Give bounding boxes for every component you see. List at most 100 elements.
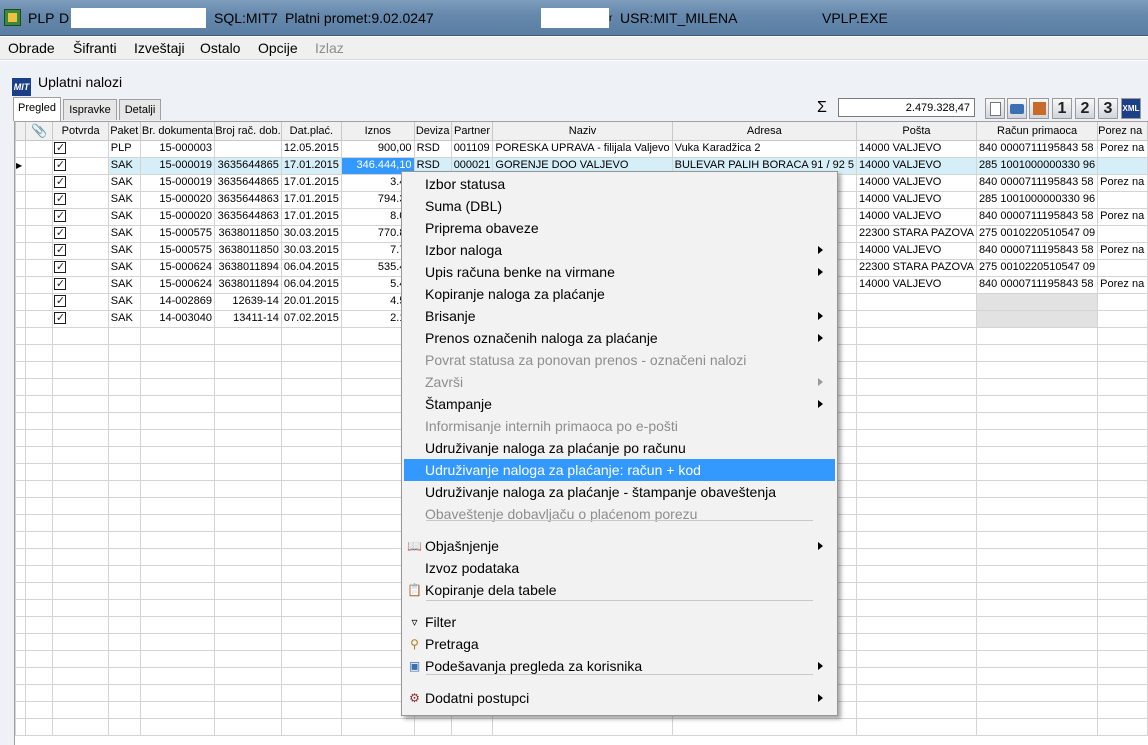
cell-porez[interactable] [1097, 190, 1148, 209]
cell-broj_rac[interactable]: 3635644863 [214, 190, 282, 209]
cell-porez[interactable]: Porez na [1097, 275, 1148, 294]
cell-porez[interactable]: Porez na [1097, 241, 1148, 260]
menu-item-brisanje[interactable]: Brisanje [404, 305, 835, 327]
print-icon[interactable] [1007, 98, 1027, 119]
cell-racun[interactable]: 275 0010220510547 09 [975, 224, 1099, 243]
menu-item-pretraga[interactable]: ⚲ Pretraga [404, 633, 835, 655]
menu-item-priprema-obaveze[interactable]: Priprema obaveze [404, 217, 835, 239]
menu-sifranti[interactable]: Šifranti [73, 40, 117, 56]
header-deviza[interactable]: Deviza [413, 122, 452, 141]
button-1[interactable]: 1 [1052, 98, 1072, 119]
cell-dat[interactable]: 17.01.2015 [280, 173, 342, 192]
potvrda-checkbox[interactable]: ✓ [52, 258, 109, 277]
menu-item-izbor-naloga[interactable]: Izbor naloga [404, 239, 835, 261]
menu-item-izvoz-podataka[interactable]: Izvoz podataka [404, 557, 835, 579]
cell-br_dok[interactable]: 14-002869 [139, 292, 216, 311]
cell-broj_rac[interactable]: 12639-14 [214, 292, 282, 311]
cell-paket[interactable]: SAK [107, 241, 141, 260]
cell-paket[interactable]: SAK [107, 173, 141, 192]
header-adresa[interactable]: Adresa [671, 122, 857, 141]
potvrda-checkbox[interactable]: ✓ [52, 241, 109, 260]
button-3[interactable]: 3 [1098, 98, 1118, 119]
menu-izvestaji[interactable]: Izveštaji [134, 40, 185, 56]
potvrda-checkbox[interactable]: ✓ [52, 156, 109, 175]
cell-dat[interactable]: 06.04.2015 [280, 258, 342, 277]
cell-porez[interactable] [1097, 292, 1148, 311]
attachment-icon[interactable]: 📎 [24, 122, 54, 141]
cell-paket[interactable]: SAK [107, 275, 141, 294]
potvrda-checkbox[interactable]: ✓ [52, 275, 109, 294]
export-icon[interactable] [1029, 98, 1049, 119]
cell-racun[interactable]: 285 1001000000330 96 [975, 156, 1099, 175]
menu-item-dodatni-postupci[interactable]: ⚙ Dodatni postupci [404, 687, 835, 709]
cell-paket[interactable]: SAK [107, 292, 141, 311]
cell-racun[interactable] [975, 309, 1099, 328]
cell-dat[interactable]: 20.01.2015 [280, 292, 342, 311]
menu-item-s-tampanje[interactable]: Štampanje [404, 393, 835, 415]
header-br-dokumenta[interactable]: Br. dokumenta [139, 122, 216, 141]
cell-porez[interactable]: Porez na [1097, 173, 1148, 192]
cell-dat[interactable]: 12.05.2015 [280, 139, 342, 158]
potvrda-checkbox[interactable]: ✓ [52, 309, 109, 328]
header-posta[interactable]: Pošta [855, 122, 977, 141]
potvrda-checkbox[interactable]: ✓ [52, 139, 109, 158]
cell-broj_rac[interactable]: 3638011850 [214, 224, 282, 243]
cell-porez[interactable]: Porez na [1097, 207, 1148, 226]
tab-pregled[interactable]: Pregled [13, 97, 61, 121]
menu-item-filter[interactable]: ▿ Filter [404, 611, 835, 633]
cell-broj_rac[interactable]: 3638011850 [214, 241, 282, 260]
menu-item-upis-rac-una-benke-na-virmane[interactable]: Upis računa benke na virmane [404, 261, 835, 283]
cell-racun[interactable]: 275 0010220510547 09 [975, 258, 1099, 277]
cell-dat[interactable]: 30.03.2015 [280, 241, 342, 260]
menu-item-suma-dbl[interactable]: Suma (DBL) [404, 195, 835, 217]
cell-porez[interactable] [1097, 224, 1148, 243]
cell-br_dok[interactable]: 15-000020 [139, 207, 216, 226]
cell-dat[interactable]: 07.02.2015 [280, 309, 342, 328]
cell-posta[interactable]: 14000 VALJEVO [855, 207, 977, 226]
header-potvrda[interactable]: Potvrda [52, 122, 109, 141]
cell-broj_rac[interactable]: 3638011894 [214, 258, 282, 277]
menu-item-prenos-oznac-enih-naloga-za-plac-anje[interactable]: Prenos označenih naloga za plaćanje [404, 327, 835, 349]
cell-broj_rac[interactable] [214, 139, 282, 158]
cell-porez[interactable] [1097, 309, 1148, 328]
cell-posta[interactable]: 14000 VALJEVO [855, 275, 977, 294]
cell-paket[interactable]: SAK [107, 207, 141, 226]
cell-racun[interactable]: 840 0000711195843 58 [975, 139, 1099, 158]
cell-racun[interactable]: 285 1001000000330 96 [975, 190, 1099, 209]
cell-dat[interactable]: 17.01.2015 [280, 207, 342, 226]
cell-br_dok[interactable]: 15-000575 [139, 224, 216, 243]
cell-paket[interactable]: SAK [107, 258, 141, 277]
potvrda-checkbox[interactable]: ✓ [52, 173, 109, 192]
cell-paket[interactable]: SAK [107, 309, 141, 328]
menu-item-kopiranje-dela-tabele[interactable]: 📋 Kopiranje dela tabele [404, 579, 835, 601]
cell-paket[interactable]: SAK [107, 156, 141, 175]
cell-br_dok[interactable]: 15-000003 [139, 139, 216, 158]
header-naziv[interactable]: Naziv [492, 122, 673, 141]
cell-dat[interactable]: 06.04.2015 [280, 275, 342, 294]
cell-br_dok[interactable]: 15-000575 [139, 241, 216, 260]
menu-item-udruz-ivanje-naloga-za-plac-anje-s-tampanje-obaves-tenja[interactable]: Udruživanje naloga za plaćanje - štampan… [404, 481, 835, 503]
cell-posta[interactable]: 14000 VALJEVO [855, 139, 977, 158]
cell-porez[interactable] [1097, 258, 1148, 277]
menu-item-udruz-ivanje-naloga-za-plac-anje-rac-un-kod[interactable]: Udruživanje naloga za plaćanje: račun + … [404, 459, 835, 481]
menu-item-udruz-ivanje-naloga-za-plac-anje-po-rac-unu[interactable]: Udruživanje naloga za plaćanje po računu [404, 437, 835, 459]
cell-broj_rac[interactable]: 3635644865 [214, 173, 282, 192]
cell-posta[interactable]: 14000 VALJEVO [855, 190, 977, 209]
cell-naziv[interactable]: PORESKA UPRAVA - filijala Valjevo [492, 139, 673, 158]
cell-posta[interactable]: 14000 VALJEVO [855, 156, 977, 175]
cell-adresa[interactable]: Vuka Karadžica 2 [671, 139, 857, 158]
cell-br_dok[interactable]: 15-000020 [139, 190, 216, 209]
cell-racun[interactable]: 840 0000711195843 58 [975, 207, 1099, 226]
menu-item-izbor-statusa[interactable]: Izbor statusa [404, 173, 835, 195]
cell-posta[interactable] [855, 292, 977, 311]
menu-obrade[interactable]: Obrade [8, 40, 55, 56]
potvrda-checkbox[interactable]: ✓ [52, 190, 109, 209]
cell-posta[interactable]: 14000 VALJEVO [855, 173, 977, 192]
cell-dat[interactable]: 17.01.2015 [280, 156, 342, 175]
potvrda-checkbox[interactable]: ✓ [52, 292, 109, 311]
cell-paket[interactable]: SAK [107, 190, 141, 209]
potvrda-checkbox[interactable]: ✓ [52, 207, 109, 226]
cell-racun[interactable]: 840 0000711195843 58 [975, 275, 1099, 294]
cell-br_dok[interactable]: 15-000019 [139, 156, 216, 175]
menu-ostalo[interactable]: Ostalo [200, 40, 240, 56]
